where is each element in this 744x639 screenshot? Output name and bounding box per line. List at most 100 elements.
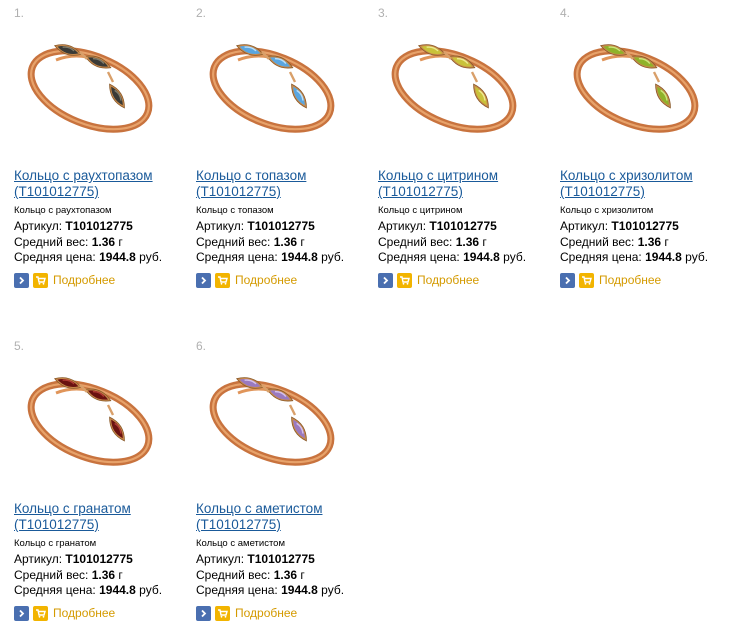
price-unit: руб. [321, 250, 345, 264]
ring-image[interactable] [16, 12, 172, 162]
product-subtitle: Кольцо с топазом [196, 205, 274, 216]
weight-label: Средний вес: [14, 235, 89, 249]
product-title-link[interactable]: Кольцо с раухтопазом (Т101012775) [14, 168, 189, 200]
price-value: 1944.8 [99, 250, 136, 264]
ring-image[interactable] [562, 12, 718, 162]
details-link[interactable]: Подробнее [235, 606, 297, 620]
product-card: 4. Кольцо с хризолитом (Т101012775) Коль… [560, 6, 732, 306]
price-value: 1944.8 [99, 583, 136, 597]
weight-unit: г [118, 568, 123, 582]
product-card: 5. Кольцо с гранатом (Т101012775) Кольцо… [14, 339, 186, 639]
price-unit: руб. [321, 583, 345, 597]
product-title-link[interactable]: Кольцо с цитрином (Т101012775) [378, 168, 553, 200]
details-link[interactable]: Подробнее [417, 273, 479, 287]
product-actions: Подробнее [14, 605, 115, 621]
product-title-link[interactable]: Кольцо с топазом (Т101012775) [196, 168, 371, 200]
ring-image[interactable] [198, 12, 354, 162]
price-value: 1944.8 [645, 250, 682, 264]
price-unit: руб. [139, 250, 163, 264]
article-value: Т101012775 [429, 219, 497, 233]
product-subtitle: Кольцо с аметистом [196, 538, 285, 549]
details-arrow-icon[interactable] [378, 272, 393, 288]
cart-icon[interactable] [579, 272, 594, 288]
weight-unit: г [482, 235, 487, 249]
cart-icon[interactable] [215, 605, 230, 621]
product-title-link[interactable]: Кольцо с хризолитом (Т101012775) [560, 168, 735, 200]
product-actions: Подробнее [378, 272, 479, 288]
price-label: Средняя цена: [378, 250, 460, 264]
article-value: Т101012775 [65, 552, 133, 566]
product-grid: 1. Кольцо с раухтопазом (Т101012775) Кол… [0, 0, 744, 636]
cart-icon[interactable] [33, 272, 48, 288]
price-row: Средняя цена: 1944.8 руб. [14, 250, 162, 264]
price-unit: руб. [685, 250, 709, 264]
product-title-link[interactable]: Кольцо с аметистом (Т101012775) [196, 501, 371, 533]
details-link[interactable]: Подробнее [235, 273, 297, 287]
details-link[interactable]: Подробнее [53, 273, 115, 287]
ring-image[interactable] [198, 345, 354, 495]
article-row: Артикул: Т101012775 [14, 219, 133, 233]
weight-unit: г [300, 235, 305, 249]
weight-row: Средний вес: 1.36 г [196, 568, 305, 582]
article-value: Т101012775 [65, 219, 133, 233]
price-label: Средняя цена: [14, 583, 96, 597]
price-row: Средняя цена: 1944.8 руб. [196, 583, 344, 597]
details-arrow-icon[interactable] [14, 605, 29, 621]
price-unit: руб. [139, 583, 163, 597]
article-row: Артикул: Т101012775 [196, 552, 315, 566]
weight-label: Средний вес: [378, 235, 453, 249]
details-arrow-icon[interactable] [196, 272, 211, 288]
product-actions: Подробнее [196, 605, 297, 621]
details-arrow-icon[interactable] [560, 272, 575, 288]
product-card: 3. Кольцо с цитрином (Т101012775) Кольцо… [378, 6, 550, 306]
product-title-link[interactable]: Кольцо с гранатом (Т101012775) [14, 501, 189, 533]
article-row: Артикул: Т101012775 [560, 219, 679, 233]
weight-value: 1.36 [455, 235, 480, 249]
price-value: 1944.8 [281, 583, 318, 597]
article-row: Артикул: Т101012775 [378, 219, 497, 233]
weight-value: 1.36 [637, 235, 662, 249]
weight-value: 1.36 [273, 235, 298, 249]
product-subtitle: Кольцо с хризолитом [560, 205, 654, 216]
price-value: 1944.8 [281, 250, 318, 264]
price-row: Средняя цена: 1944.8 руб. [14, 583, 162, 597]
weight-label: Средний вес: [196, 235, 271, 249]
article-value: Т101012775 [611, 219, 679, 233]
details-link[interactable]: Подробнее [53, 606, 115, 620]
article-label: Артикул: [14, 219, 63, 233]
article-label: Артикул: [560, 219, 609, 233]
product-actions: Подробнее [560, 272, 661, 288]
price-label: Средняя цена: [14, 250, 96, 264]
price-row: Средняя цена: 1944.8 руб. [378, 250, 526, 264]
price-value: 1944.8 [463, 250, 500, 264]
weight-row: Средний вес: 1.36 г [196, 235, 305, 249]
weight-row: Средний вес: 1.36 г [378, 235, 487, 249]
cart-icon[interactable] [33, 605, 48, 621]
product-subtitle: Кольцо с гранатом [14, 538, 97, 549]
weight-row: Средний вес: 1.36 г [560, 235, 669, 249]
cart-icon[interactable] [215, 272, 230, 288]
price-row: Средняя цена: 1944.8 руб. [560, 250, 708, 264]
details-arrow-icon[interactable] [14, 272, 29, 288]
product-subtitle: Кольцо с цитрином [378, 205, 463, 216]
article-row: Артикул: Т101012775 [196, 219, 315, 233]
weight-label: Средний вес: [560, 235, 635, 249]
weight-unit: г [118, 235, 123, 249]
weight-value: 1.36 [273, 568, 298, 582]
weight-unit: г [664, 235, 669, 249]
product-subtitle: Кольцо с раухтопазом [14, 205, 112, 216]
details-arrow-icon[interactable] [196, 605, 211, 621]
product-actions: Подробнее [14, 272, 115, 288]
article-row: Артикул: Т101012775 [14, 552, 133, 566]
details-link[interactable]: Подробнее [599, 273, 661, 287]
price-label: Средняя цена: [196, 583, 278, 597]
cart-icon[interactable] [397, 272, 412, 288]
ring-image[interactable] [380, 12, 536, 162]
product-card: 1. Кольцо с раухтопазом (Т101012775) Кол… [14, 6, 186, 306]
price-unit: руб. [503, 250, 527, 264]
ring-image[interactable] [16, 345, 172, 495]
article-value: Т101012775 [247, 552, 315, 566]
article-label: Артикул: [378, 219, 427, 233]
weight-row: Средний вес: 1.36 г [14, 568, 123, 582]
article-label: Артикул: [196, 552, 245, 566]
